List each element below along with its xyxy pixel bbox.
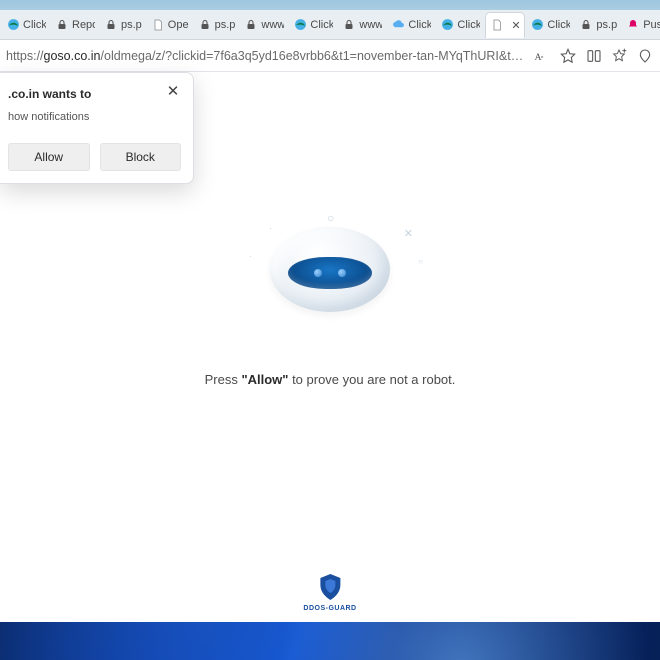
tab-6[interactable]: Click: [289, 12, 337, 38]
tab-label: ps.p: [121, 19, 142, 31]
tab-label: Click: [310, 19, 333, 31]
tab-5[interactable]: www: [240, 12, 288, 38]
robot-visor: [288, 257, 372, 289]
lock-icon: [244, 18, 258, 32]
url-path: /oldmega/z/?clickid=7f6a3q5yd16e8vrbb6&t…: [101, 49, 526, 63]
edge-icon: [293, 18, 307, 32]
split-screen-icon[interactable]: [585, 46, 603, 66]
lock-icon: [55, 18, 69, 32]
page-icon: [490, 18, 504, 32]
edge-icon: [6, 18, 20, 32]
instruction-suffix: to prove you are not a robot.: [288, 372, 455, 387]
robot-eye: [314, 269, 322, 277]
url-scheme: https://: [6, 49, 44, 63]
tab-label: Click: [547, 19, 570, 31]
edge-icon: [440, 18, 454, 32]
tab-11[interactable]: Click: [526, 12, 574, 38]
tab-label: Click: [457, 19, 480, 31]
windows-taskbar[interactable]: [0, 622, 660, 660]
lock-icon: [342, 18, 356, 32]
instruction-prefix: Press: [205, 372, 242, 387]
tab-label: ps.p: [215, 19, 236, 31]
permission-actions: Allow Block: [8, 143, 181, 171]
star-icon[interactable]: [559, 46, 577, 66]
tab-label: Ope: [168, 19, 189, 31]
edge-icon: [530, 18, 544, 32]
sparkle-icon: ·: [269, 223, 272, 233]
tab-label: Click: [23, 19, 46, 31]
tab-label: www: [359, 19, 382, 31]
tab-2[interactable]: ps.p: [100, 12, 146, 38]
permission-body: how notifications: [8, 111, 181, 123]
shield-icon: [318, 573, 342, 601]
block-button[interactable]: Block: [100, 143, 182, 171]
tab-13[interactable]: Push: [622, 12, 660, 38]
tab-label: ps.p: [596, 19, 617, 31]
tab-4[interactable]: ps.p: [194, 12, 240, 38]
instruction-text: Press "Allow" to prove you are not a rob…: [0, 372, 660, 387]
ddos-guard-badge: DDOS-GUARD: [303, 573, 356, 612]
close-tab-icon[interactable]: ✕: [511, 19, 520, 31]
tab-9[interactable]: Click: [436, 12, 484, 38]
tab-label: Click: [408, 19, 431, 31]
sparkle-icon: ○: [418, 257, 423, 266]
tab-strip: Click Repo ps.p Ope ps.p www Click www C…: [0, 10, 660, 40]
window-titlebar-sliver: [0, 0, 660, 10]
guard-label: DDOS-GUARD: [303, 605, 356, 612]
tab-7[interactable]: www: [338, 12, 386, 38]
robot-eye: [338, 269, 346, 277]
tab-label: www: [261, 19, 284, 31]
collections-icon[interactable]: [611, 46, 629, 66]
sparkle-icon: ·: [249, 251, 252, 261]
lock-icon: [198, 18, 212, 32]
tab-1[interactable]: Repo: [51, 12, 99, 38]
address-bar: https://goso.co.in/oldmega/z/?clickid=7f…: [0, 40, 660, 72]
close-icon[interactable]: ✕: [165, 83, 181, 99]
svg-text:ⁿ: ⁿ: [541, 54, 544, 61]
url-display[interactable]: https://goso.co.in/oldmega/z/?clickid=7f…: [6, 49, 525, 63]
cloud-icon: [391, 18, 405, 32]
tab-0[interactable]: Click: [2, 12, 50, 38]
browser-essentials-icon[interactable]: [636, 46, 654, 66]
permission-title: .co.in wants to: [8, 87, 91, 101]
instruction-strong: "Allow": [241, 372, 288, 387]
notification-permission-popup: .co.in wants to ✕ how notifications Allo…: [0, 72, 194, 184]
url-host: goso.co.in: [44, 49, 101, 63]
sparkle-icon: ○: [327, 211, 334, 225]
tab-3[interactable]: Ope: [147, 12, 193, 38]
tab-12[interactable]: ps.p: [575, 12, 621, 38]
lock-icon: [104, 18, 118, 32]
sparkle-icon: ✕: [404, 227, 413, 240]
reader-mode-icon[interactable]: Aⁿ: [533, 46, 551, 66]
lock-icon: [579, 18, 593, 32]
robot-illustration: ○ ✕ ○ · ·: [230, 207, 430, 317]
tab-active[interactable]: ✕: [485, 12, 525, 38]
tab-8[interactable]: Click: [387, 12, 435, 38]
tab-label: Repo: [72, 19, 95, 31]
svg-text:A: A: [535, 51, 542, 62]
bell-icon: [626, 18, 640, 32]
allow-button[interactable]: Allow: [8, 143, 90, 171]
page-icon: [151, 18, 165, 32]
tab-label: Push: [643, 19, 660, 31]
